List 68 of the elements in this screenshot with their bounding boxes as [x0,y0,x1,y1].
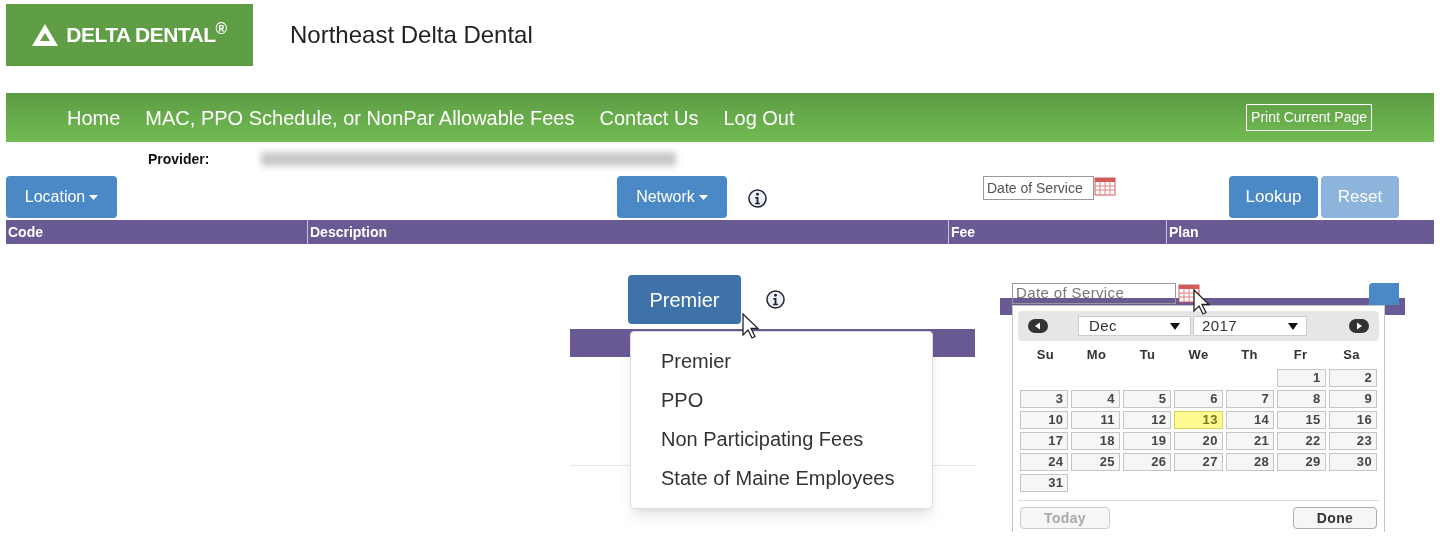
day-cell[interactable]: 19 [1122,432,1172,450]
calendar-icon[interactable] [1094,176,1116,196]
day-cell[interactable]: 20 [1174,432,1223,450]
premier-button[interactable]: Premier [628,275,741,324]
day-cell[interactable]: 26 [1122,453,1172,471]
day-cell[interactable]: 31 [1020,474,1069,492]
day-cell[interactable]: 21 [1225,432,1275,450]
day-cell[interactable]: 29 [1277,453,1326,471]
menu-item[interactable]: Premier [631,342,932,381]
day-cell[interactable]: 28 [1225,453,1275,471]
day-cell[interactable]: 1 [1277,369,1326,387]
day-cell[interactable]: 17 [1020,432,1069,450]
day-cell[interactable]: 16 [1328,411,1377,429]
column-header: Code [7,223,44,242]
weekday-label: Su [1035,346,1056,365]
logo-triangle-icon [32,24,59,46]
day-cell[interactable]: 30 [1328,453,1377,471]
info-icon[interactable] [766,290,785,309]
day-cell[interactable]: 13 [1174,411,1223,429]
date-field[interactable]: Date of Service [1012,283,1176,304]
day-cell[interactable]: 3 [1020,390,1069,408]
weekday-label: Tu [1138,346,1157,365]
day-cell[interactable]: 2 [1328,369,1377,387]
day-cell[interactable]: 24 [1020,453,1069,471]
day-cell[interactable]: 11 [1071,411,1120,429]
day-cell[interactable]: 27 [1174,453,1223,471]
day-cell[interactable]: 5 [1122,390,1172,408]
menu-item[interactable]: State of Maine Employees [631,459,932,498]
weekday-label: Sa [1342,346,1361,365]
menu-item[interactable]: Non Participating Fees [631,420,932,459]
day-cell[interactable]: 23 [1328,432,1377,450]
done-button[interactable]: Done [1293,507,1377,529]
day-cell[interactable]: 12 [1122,411,1172,429]
day-cell[interactable]: 8 [1277,390,1326,408]
weekday-label: Th [1240,346,1259,365]
previous-icon[interactable] [1028,319,1048,333]
weekday-label: We [1187,346,1210,365]
weekday-label: Fr [1292,346,1309,365]
lookup-button[interactable]: Lookup [1229,176,1318,218]
column-header: Plan [1166,220,1434,244]
caret-icon [698,194,708,200]
dropdown-arrow-icon [1288,322,1298,330]
menu-item[interactable]: PPO [631,381,932,420]
network-button[interactable]: Network [617,176,727,218]
day-cell[interactable]: 25 [1071,453,1120,471]
caret-icon [89,194,99,200]
day-cell[interactable]: 22 [1277,432,1326,450]
site-title: Northeast Delta Dental [290,20,533,50]
day-cell[interactable]: 15 [1277,411,1326,429]
day-cell[interactable]: 6 [1174,390,1223,408]
dropdown-arrow-icon [1170,322,1180,330]
location-button[interactable]: Location [6,176,117,218]
day-cell[interactable]: 14 [1225,411,1275,429]
month-select[interactable]: Dec [1078,316,1191,336]
year-select[interactable]: 2017 [1193,316,1307,336]
day-cell[interactable]: 10 [1020,411,1069,429]
info-icon[interactable] [748,189,767,208]
weekday-label: Mo [1085,346,1108,365]
column-header: Fee [948,220,1166,244]
day-cell[interactable]: 9 [1328,390,1377,408]
day-cell[interactable]: 18 [1071,432,1120,450]
date-field[interactable]: Date of Service [983,176,1094,200]
day-cell[interactable]: 7 [1225,390,1275,408]
column-header: Description [307,220,948,244]
provider-label: Provider: [148,149,210,169]
next-icon[interactable] [1349,319,1369,333]
day-cell[interactable]: 4 [1071,390,1120,408]
logo-text: DELTA DENTAL$^{®}$ [66,19,227,49]
